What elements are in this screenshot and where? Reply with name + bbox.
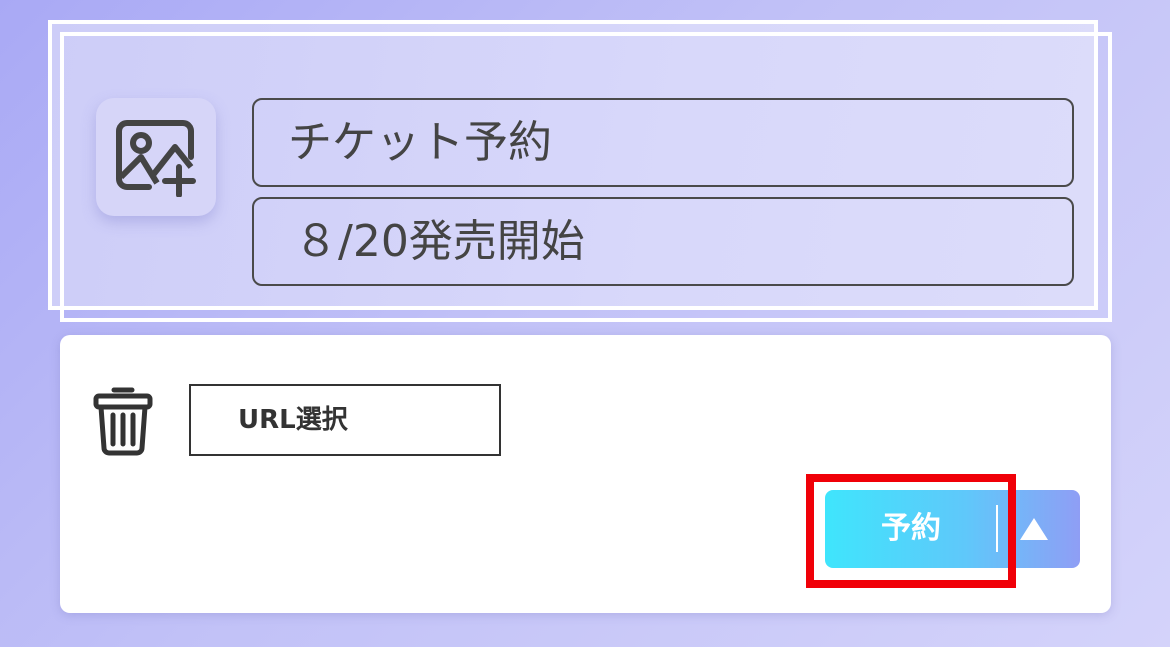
subtitle-field[interactable]: ８/20発売開始 (252, 197, 1074, 286)
button-divider (996, 505, 998, 552)
add-image-button[interactable] (96, 98, 216, 216)
dropdown-toggle-button[interactable] (1015, 490, 1053, 568)
reserve-button[interactable]: 予約 (825, 490, 997, 568)
triangle-up-icon (1020, 518, 1048, 540)
trash-icon[interactable] (92, 384, 154, 456)
url-select-button[interactable]: URL選択 (189, 384, 501, 456)
title-field[interactable]: チケット予約 (252, 98, 1074, 187)
add-image-icon (116, 120, 196, 197)
reserve-split-button: 予約 (825, 490, 1080, 568)
action-card (60, 335, 1111, 613)
